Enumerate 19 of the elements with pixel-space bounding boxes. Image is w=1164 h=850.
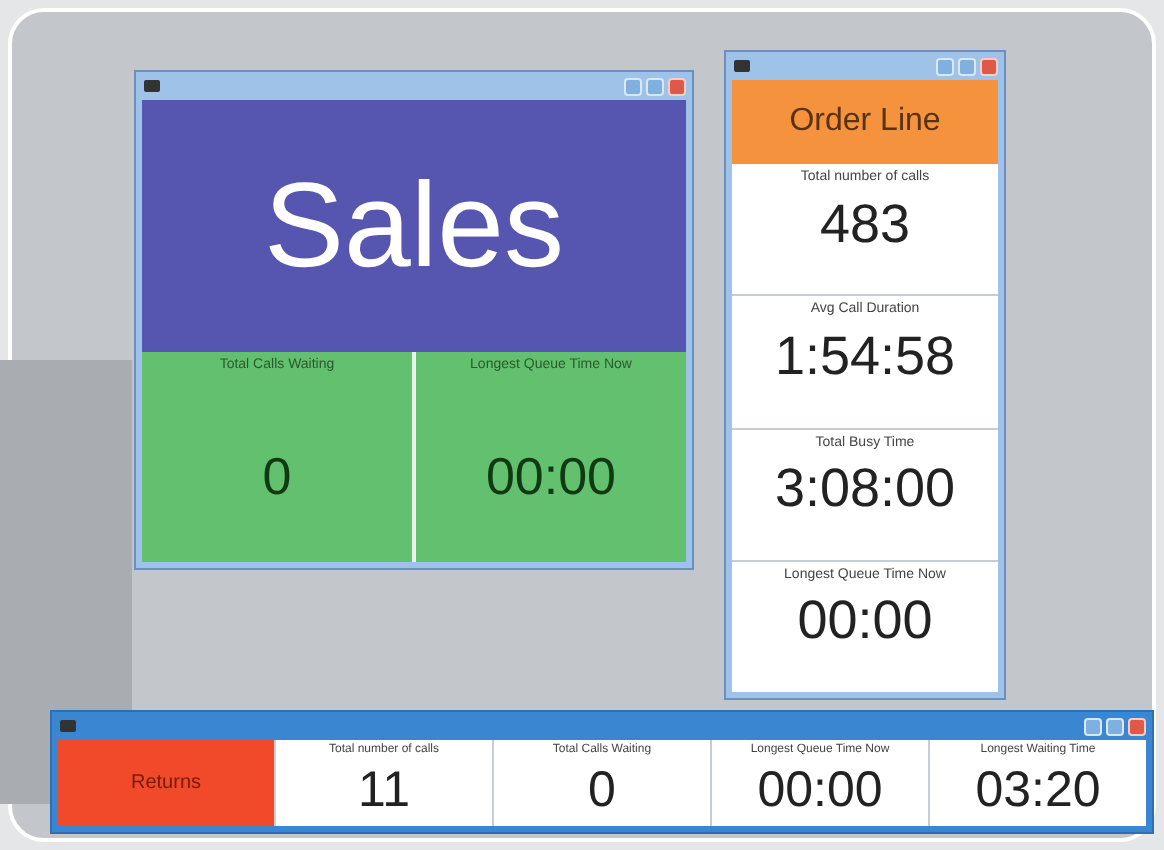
sales-heading: Sales bbox=[142, 100, 686, 352]
stat-value: 0 bbox=[588, 760, 616, 820]
window-icon bbox=[60, 720, 76, 732]
window-icon bbox=[734, 60, 750, 72]
close-button[interactable] bbox=[668, 77, 686, 95]
order-line-heading: Order Line bbox=[732, 80, 998, 164]
stat-value: 11 bbox=[358, 760, 410, 820]
stat-value: 0 bbox=[262, 443, 292, 509]
stat-value: 3:08:00 bbox=[774, 456, 956, 522]
close-button[interactable] bbox=[980, 57, 998, 75]
stat-value: 00:00 bbox=[485, 443, 617, 509]
stat-value: 1:54:58 bbox=[774, 323, 956, 390]
window-icon bbox=[144, 80, 160, 92]
stat-value: 483 bbox=[819, 191, 911, 257]
close-button[interactable] bbox=[1128, 717, 1146, 735]
returns-heading: Returns bbox=[58, 740, 274, 826]
stat-value: 00:00 bbox=[797, 588, 933, 655]
stat-value: 00:00 bbox=[757, 760, 883, 820]
stat-value: 03:20 bbox=[975, 760, 1101, 820]
